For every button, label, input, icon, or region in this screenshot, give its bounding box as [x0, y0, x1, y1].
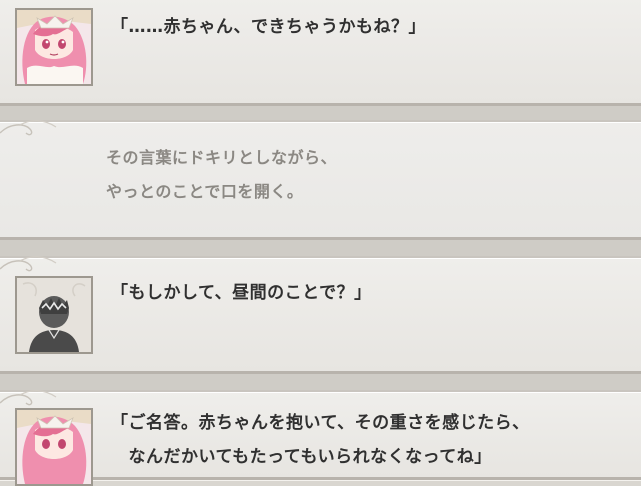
protagonist-silhouette-icon: [15, 276, 93, 354]
dialogue-line: 「……赤ちゃん、できちゃうかもね？」: [111, 17, 426, 37]
log-entry-4[interactable]: 「ご名答。赤ちゃんを抱いて、その重さを感じたら、 なんだかいてもたってもいられな…: [0, 390, 641, 486]
heroine-portrait-icon: [15, 408, 93, 486]
separator: [0, 374, 641, 390]
dialogue-line: 「ご名答。赤ちゃんを抱いて、その重さを感じたら、: [111, 413, 530, 433]
dialogue-line: 「もしかして、昼間のことで？」: [111, 283, 372, 303]
separator: [0, 106, 641, 120]
separator: [0, 240, 641, 256]
heroine-portrait-icon: [15, 8, 93, 86]
log-entry-1[interactable]: 「……赤ちゃん、できちゃうかもね？」: [0, 0, 641, 106]
dialogue-line: なんだかいてもたってもいられなくなってね」: [111, 447, 492, 467]
flourish-ornament-icon: [0, 390, 57, 406]
narration-line: その言葉にドキリとしながら、: [106, 148, 338, 167]
narration-line: やっとのことで口を開く。: [106, 182, 304, 201]
log-entry-3[interactable]: 「もしかして、昼間のことで？」: [0, 256, 641, 374]
flourish-ornament-icon: [0, 256, 57, 272]
log-entry-2[interactable]: その言葉にドキリとしながら、 やっとのことで口を開く。: [0, 120, 641, 240]
flourish-ornament-icon: [0, 120, 57, 136]
